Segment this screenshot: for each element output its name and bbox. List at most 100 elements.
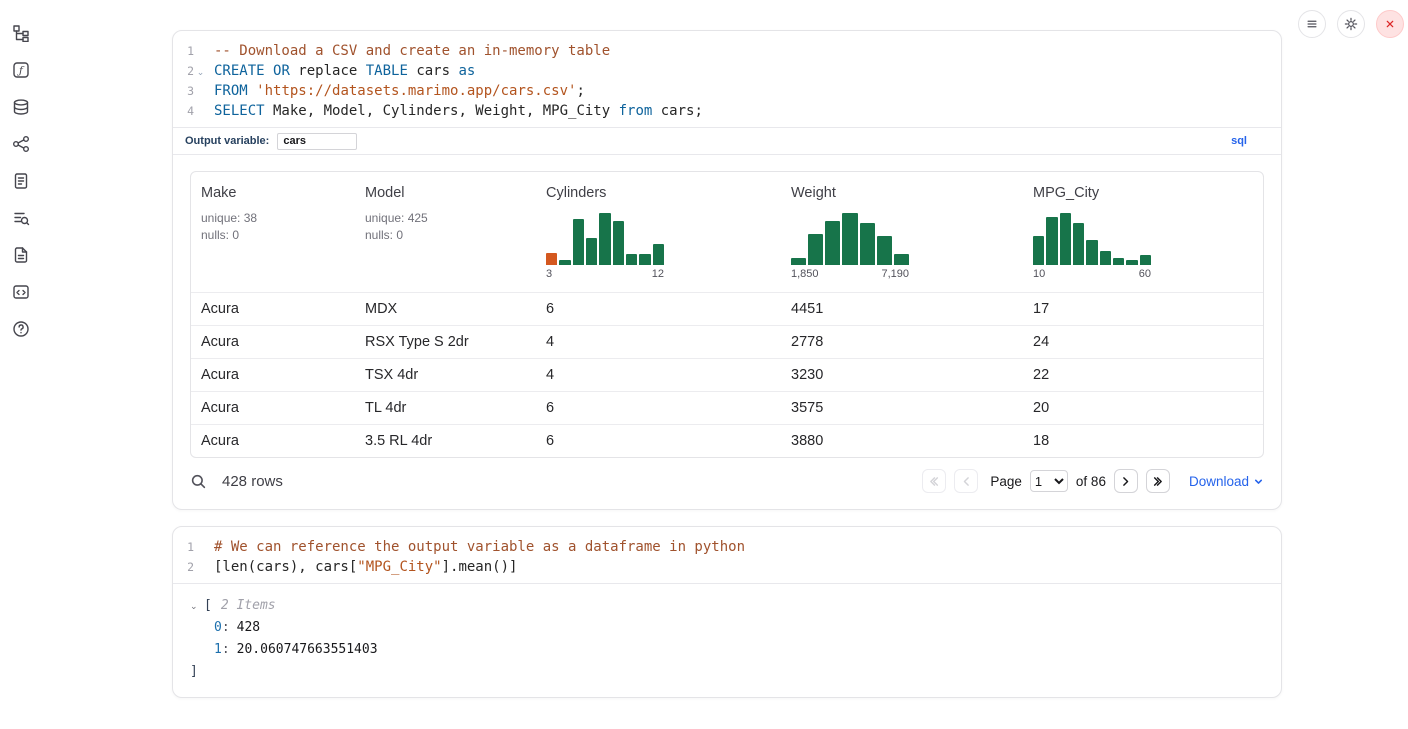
code-text: [len(cars), cars["MPG_City"].mean()] <box>207 557 517 577</box>
collapse-chevron-icon[interactable]: ⌄ <box>190 595 204 617</box>
shutdown-button[interactable] <box>1376 10 1404 38</box>
table-body: AcuraMDX6445117AcuraRSX Type S 2dr427782… <box>191 292 1263 457</box>
column-histogram: 312 <box>546 213 664 280</box>
sql-output-area: Makeunique: 38nulls: 0Modelunique: 425nu… <box>173 154 1281 509</box>
table-cell: 3.5 RL 4dr <box>355 425 536 457</box>
histogram-bar <box>559 260 570 265</box>
open-bracket: [ <box>204 595 212 617</box>
tree-entry-colon: : <box>222 642 230 657</box>
null-count: nulls: 0 <box>201 227 347 244</box>
table-cell: 3880 <box>781 425 1023 457</box>
code-line[interactable]: 2⌄CREATE OR replace TABLE cars as <box>173 61 1281 81</box>
table-row[interactable]: AcuraRSX Type S 2dr4277824 <box>191 325 1263 358</box>
code-line[interactable]: 3FROM 'https://datasets.marimo.app/cars.… <box>173 81 1281 101</box>
output-variable-bar: Output variable: sql <box>173 127 1281 154</box>
table-row[interactable]: AcuraTSX 4dr4323022 <box>191 358 1263 391</box>
page-select[interactable]: 1 <box>1030 470 1068 492</box>
code-token: "MPG_City" <box>357 559 441 575</box>
column-header-mpg_city[interactable]: MPG_City1060 <box>1023 172 1263 292</box>
histogram-bar <box>894 254 909 265</box>
table-cell: MDX <box>355 293 536 325</box>
output-variable-input[interactable] <box>277 133 357 150</box>
double-chevron-right-icon <box>1151 475 1164 488</box>
code-text: # We can reference the output variable a… <box>207 537 745 557</box>
tree-entry-key: 1 <box>214 642 222 657</box>
chevron-left-icon <box>960 475 973 488</box>
column-header-weight[interactable]: Weight1,8507,190 <box>781 172 1023 292</box>
pagination: Page 1 of 86 Download <box>922 469 1264 493</box>
histogram-bar <box>877 236 892 265</box>
sidebar-item-data-sources[interactable] <box>11 97 31 117</box>
tree-entry: 0:428 <box>190 617 1264 639</box>
code-line[interactable]: 1# We can reference the output variable … <box>173 537 1281 557</box>
code-token: OR <box>273 63 290 79</box>
table-cell: 4 <box>536 359 781 391</box>
table-search-button[interactable] <box>190 473 207 490</box>
table-cell: 4451 <box>781 293 1023 325</box>
histogram-bar <box>1100 251 1111 265</box>
sidebar-item-logs[interactable] <box>11 208 31 228</box>
sidebar-item-documentation[interactable] <box>11 245 31 265</box>
histogram-bar <box>546 253 557 265</box>
line-number: 3 <box>173 81 194 101</box>
histogram-bar <box>1113 258 1124 265</box>
code-token: replace <box>290 63 366 79</box>
table-cell: 2778 <box>781 326 1023 358</box>
last-page-button[interactable] <box>1146 469 1170 493</box>
file-text-icon <box>12 246 30 264</box>
first-page-button[interactable] <box>922 469 946 493</box>
code-line[interactable]: 1-- Download a CSV and create an in-memo… <box>173 41 1281 61</box>
table-row[interactable]: AcuraMDX6445117 <box>191 292 1263 325</box>
sidebar-item-functions[interactable]: ƒ <box>11 60 31 80</box>
row-count: 428 rows <box>222 473 283 490</box>
code-text: -- Download a CSV and create an in-memor… <box>207 41 610 61</box>
hamburger-menu-icon <box>1305 17 1319 31</box>
settings-button[interactable] <box>1337 10 1365 38</box>
column-stats: unique: 38nulls: 0 <box>201 210 347 244</box>
previous-page-button[interactable] <box>954 469 978 493</box>
help-circle-icon <box>12 320 30 338</box>
next-page-button[interactable] <box>1114 469 1138 493</box>
table-row[interactable]: Acura3.5 RL 4dr6388018 <box>191 424 1263 457</box>
unique-count: unique: 38 <box>201 210 347 227</box>
page-count-label: of 86 <box>1076 474 1106 489</box>
code-token: as <box>458 63 475 79</box>
sidebar-item-outline[interactable] <box>11 171 31 191</box>
table-row[interactable]: AcuraTL 4dr6357520 <box>191 391 1263 424</box>
sidebar-item-file-explorer[interactable] <box>11 23 31 43</box>
histogram-bar <box>1033 236 1044 265</box>
download-button[interactable]: Download <box>1189 474 1264 489</box>
histogram-bar <box>626 254 637 265</box>
fold-chevron-icon[interactable]: ⌄ <box>194 61 207 81</box>
histogram-bar <box>613 221 624 265</box>
sql-code-editor[interactable]: 1-- Download a CSV and create an in-memo… <box>173 31 1281 127</box>
histogram-axis: 1,8507,190 <box>791 268 909 280</box>
notebook-menu-button[interactable] <box>1298 10 1326 38</box>
table-cell: TSX 4dr <box>355 359 536 391</box>
histogram-bar <box>1126 260 1137 265</box>
fold-spacer <box>194 101 207 121</box>
sql-cell: 1 -- Download a CSV and create an in-memo… <box>172 30 1282 510</box>
column-header-cylinders[interactable]: Cylinders312 <box>536 172 781 292</box>
column-header-model[interactable]: Modelunique: 425nulls: 0 <box>355 172 536 292</box>
page-label: Page <box>990 474 1022 489</box>
sidebar-item-snippets[interactable] <box>11 282 31 302</box>
log-search-icon <box>12 209 30 227</box>
output-variable-label: Output variable: <box>185 135 269 147</box>
chevron-right-icon <box>1119 475 1132 488</box>
sidebar-item-dependency-graph[interactable] <box>11 134 31 154</box>
fold-spacer <box>194 557 207 577</box>
code-line[interactable]: 4SELECT Make, Model, Cylinders, Weight, … <box>173 101 1281 121</box>
code-token: ].mean()] <box>442 559 518 575</box>
histogram-bar <box>1086 240 1097 265</box>
code-line[interactable]: 2[len(cars), cars["MPG_City"].mean()] <box>173 557 1281 577</box>
column-header-make[interactable]: Makeunique: 38nulls: 0 <box>191 172 355 292</box>
histogram-bar <box>1073 223 1084 265</box>
histogram-bar <box>1140 255 1151 265</box>
list-output-tree: ⌄ [ 2 Items 0:4281:20.060747663551403 ] <box>190 595 1264 683</box>
sidebar-item-help[interactable] <box>11 319 31 339</box>
python-code-editor[interactable]: 1# We can reference the output variable … <box>173 527 1281 583</box>
fold-spacer <box>194 41 207 61</box>
code-token: cars <box>408 63 459 79</box>
table-cell: 24 <box>1023 326 1263 358</box>
